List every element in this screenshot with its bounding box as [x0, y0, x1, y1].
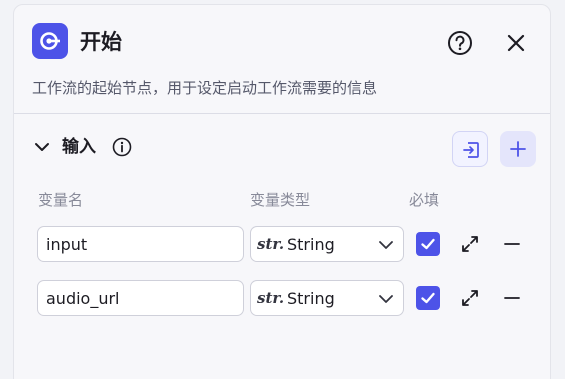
- start-node-panel: 开始 工作流的起始节点，用于设定启动工作流需要的信息 输入 变量名 变量类型 必…: [13, 4, 551, 379]
- remove-variable-button[interactable]: [500, 232, 524, 256]
- type-value: String: [287, 235, 335, 254]
- type-prefix: str.: [257, 289, 285, 307]
- node-description: 工作流的起始节点，用于设定启动工作流需要的信息: [32, 79, 378, 97]
- close-button[interactable]: [502, 29, 530, 57]
- panel-header: 开始 工作流的起始节点，用于设定启动工作流需要的信息: [14, 5, 550, 113]
- import-icon: [463, 142, 479, 158]
- start-node-icon: [32, 23, 68, 59]
- section-title: 输入: [62, 137, 96, 157]
- variable-row: str. String: [14, 226, 550, 262]
- type-value: String: [287, 289, 335, 308]
- expand-button[interactable]: [458, 286, 482, 310]
- expand-icon: [462, 290, 478, 306]
- page-title: 开始: [80, 30, 122, 54]
- required-checkbox[interactable]: [416, 286, 440, 310]
- expand-button[interactable]: [458, 232, 482, 256]
- chevron-down-icon: [379, 241, 393, 249]
- type-prefix: str.: [257, 235, 285, 253]
- column-header-required: 必填: [409, 191, 440, 209]
- add-variable-button[interactable]: [500, 131, 536, 167]
- help-button[interactable]: [446, 29, 474, 57]
- help-circle-icon: [448, 31, 472, 55]
- minus-icon: [504, 243, 520, 245]
- variable-type-select[interactable]: str. String: [250, 226, 404, 262]
- minus-icon: [504, 297, 520, 299]
- variable-row: str. String: [14, 280, 550, 316]
- plus-icon: [510, 141, 526, 157]
- required-checkbox[interactable]: [416, 232, 440, 256]
- variable-type-select[interactable]: str. String: [250, 280, 404, 316]
- remove-variable-button[interactable]: [500, 286, 524, 310]
- checkmark-icon: [421, 238, 435, 250]
- collapse-button[interactable]: [32, 137, 52, 157]
- checkmark-icon: [421, 292, 435, 304]
- chevron-down-icon: [35, 143, 49, 151]
- column-header-name: 变量名: [38, 191, 84, 209]
- variable-name-input[interactable]: [37, 280, 244, 316]
- header-divider: [14, 113, 550, 114]
- import-variables-button[interactable]: [452, 131, 488, 167]
- column-header-type: 变量类型: [250, 191, 311, 209]
- close-icon: [507, 34, 525, 52]
- chevron-down-icon: [379, 295, 393, 303]
- input-section-header: 输入: [14, 129, 550, 169]
- expand-icon: [462, 236, 478, 252]
- info-icon[interactable]: [111, 136, 133, 158]
- variable-name-input[interactable]: [37, 226, 244, 262]
